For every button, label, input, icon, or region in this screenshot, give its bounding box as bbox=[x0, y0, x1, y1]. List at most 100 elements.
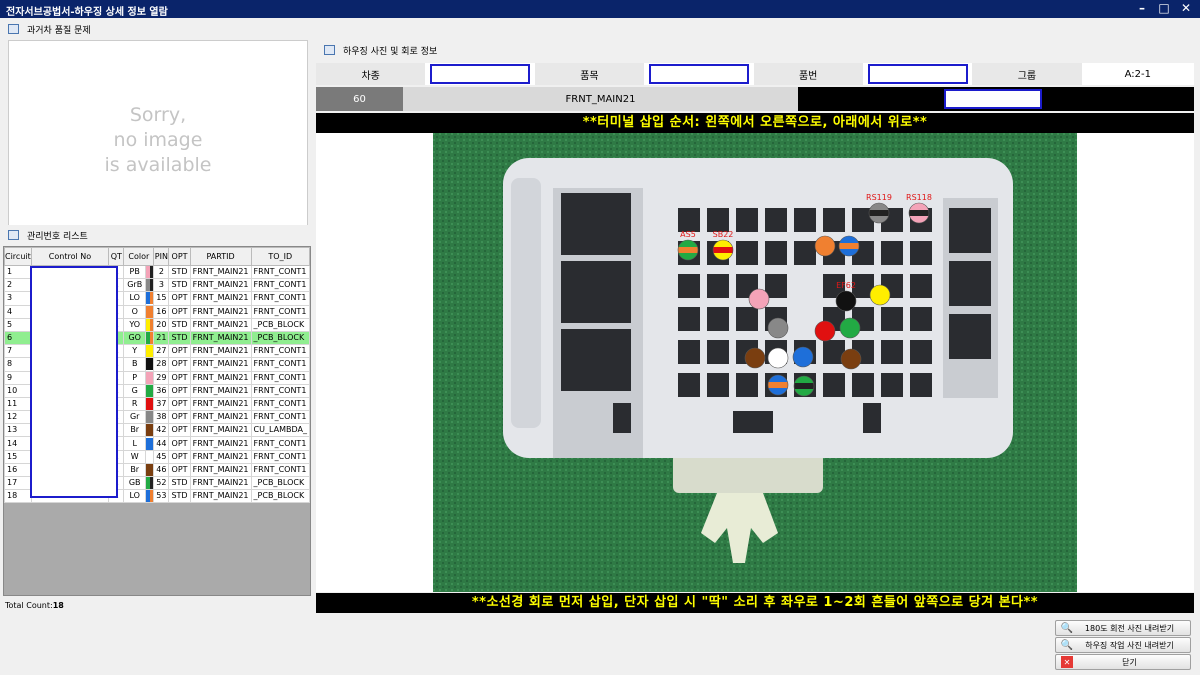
pin-marker: AS5 bbox=[677, 230, 699, 261]
opt-cell: STD bbox=[168, 330, 191, 346]
pin-marker bbox=[869, 284, 891, 306]
color-cell: O bbox=[123, 304, 147, 319]
pin-cell: 42 bbox=[153, 423, 170, 438]
cavity bbox=[910, 373, 932, 397]
pin-cell: 36 bbox=[153, 383, 170, 398]
row-number: 3 bbox=[4, 291, 32, 306]
housing-info-header: 하우징 사진 및 회로 정보 bbox=[316, 40, 1194, 60]
color-cell: YO bbox=[123, 317, 147, 332]
download-work-photo-button[interactable]: 🔍 하우징 작업 사진 내려받기 bbox=[1055, 637, 1191, 653]
car-type-label: 차종 bbox=[316, 63, 426, 85]
col-pin[interactable]: PIN bbox=[153, 247, 170, 266]
row-number: 18 bbox=[4, 489, 32, 504]
cavity bbox=[910, 340, 932, 364]
group-value: A:2-1 bbox=[1081, 63, 1194, 85]
magnifier-icon: 🔍 bbox=[1060, 622, 1074, 634]
color-cell: G bbox=[123, 383, 147, 398]
cavity bbox=[881, 307, 903, 331]
connector-name: FRNT_MAIN21 bbox=[403, 87, 798, 111]
to-id-cell: FRNT_CONT1 bbox=[250, 304, 310, 319]
housing-info-title: 하우징 사진 및 회로 정보 bbox=[343, 46, 438, 57]
partid-cell: FRNT_MAIN21 bbox=[189, 317, 252, 332]
partid-cell: FRNT_MAIN21 bbox=[189, 357, 252, 372]
minimize-button[interactable]: – bbox=[1136, 1, 1148, 15]
cavity bbox=[678, 373, 700, 397]
row-number: 14 bbox=[4, 436, 32, 451]
col-color[interactable]: Color bbox=[123, 247, 155, 266]
close-label: 닫기 bbox=[1122, 657, 1137, 667]
partid-cell: FRNT_MAIN21 bbox=[189, 462, 252, 478]
opt-cell: OPT bbox=[168, 383, 191, 398]
download-rotated-photo-button[interactable]: 🔍 180도 회전 사진 내려받기 bbox=[1055, 620, 1191, 636]
pin-cell: 45 bbox=[153, 449, 170, 464]
pin-cell: 44 bbox=[153, 436, 170, 451]
pin-cell: 28 bbox=[153, 357, 170, 372]
partid-cell: FRNT_MAIN21 bbox=[189, 291, 252, 306]
to-id-cell: FRNT_CONT1 bbox=[250, 436, 310, 451]
panel-icon bbox=[8, 230, 19, 240]
maximize-button[interactable]: □ bbox=[1158, 1, 1170, 15]
opt-cell: OPT bbox=[168, 423, 191, 438]
pin-label: RS119 bbox=[866, 193, 892, 202]
col-qt[interactable]: QT bbox=[108, 247, 125, 266]
row-number: 12 bbox=[4, 410, 32, 425]
col-control-no[interactable]: Control No bbox=[30, 247, 110, 266]
row-number: 16 bbox=[4, 462, 32, 478]
row-number: 9 bbox=[4, 370, 32, 385]
to-id-cell: FRNT_CONT1 bbox=[250, 278, 310, 293]
to-id-cell: FRNT_CONT1 bbox=[250, 383, 310, 398]
to-id-cell: FRNT_CONT1 bbox=[250, 291, 310, 306]
opt-cell: OPT bbox=[168, 291, 191, 306]
pin-marker bbox=[767, 317, 789, 339]
color-cell: Gr bbox=[123, 410, 147, 425]
col-opt[interactable]: OPT bbox=[168, 247, 191, 266]
to-id-cell: _PCB_BLOCK bbox=[250, 489, 310, 504]
close-button[interactable]: ✕ 닫기 bbox=[1055, 654, 1191, 670]
col-partid[interactable]: PARTID bbox=[189, 247, 252, 266]
partid-cell: FRNT_MAIN21 bbox=[189, 278, 252, 293]
opt-cell: OPT bbox=[168, 370, 191, 385]
partid-cell: FRNT_MAIN21 bbox=[189, 396, 252, 412]
window-titlebar: 전자서브공법서-하우징 상세 정보 열람 – □ ✕ bbox=[0, 0, 1200, 18]
cavity bbox=[910, 307, 932, 331]
to-id-cell: _PCB_BLOCK bbox=[250, 475, 310, 491]
color-cell: W bbox=[123, 449, 147, 464]
cavity bbox=[736, 307, 758, 331]
control-no-redaction bbox=[30, 266, 118, 498]
pin-marker bbox=[839, 317, 861, 339]
color-swatch bbox=[144, 410, 155, 425]
opt-cell: OPT bbox=[168, 357, 191, 372]
pin-marker bbox=[767, 347, 789, 369]
color-cell: GB bbox=[123, 475, 147, 491]
close-window-button[interactable]: ✕ bbox=[1180, 1, 1192, 15]
cavity bbox=[765, 241, 787, 265]
color-swatch bbox=[144, 475, 155, 491]
cavity bbox=[794, 241, 816, 265]
cavity bbox=[707, 373, 729, 397]
partid-cell: FRNT_MAIN21 bbox=[189, 489, 252, 504]
part-number-label: 품번 bbox=[753, 63, 863, 85]
car-type-redaction bbox=[430, 64, 531, 84]
color-cell: GO bbox=[123, 330, 147, 346]
car-type-value bbox=[425, 63, 535, 85]
cavity bbox=[881, 340, 903, 364]
pin-cell: 53 bbox=[153, 489, 170, 504]
col-to-id[interactable]: TO_ID bbox=[250, 247, 310, 266]
opt-cell: STD bbox=[168, 475, 191, 491]
cavity bbox=[678, 307, 700, 331]
cavity bbox=[823, 373, 845, 397]
cavity bbox=[736, 208, 758, 232]
cavity bbox=[910, 241, 932, 265]
pin-marker bbox=[767, 374, 789, 396]
color-swatch bbox=[144, 423, 155, 438]
partid-cell: FRNT_MAIN21 bbox=[189, 264, 252, 280]
cavity bbox=[823, 208, 845, 232]
control-list-header: 관리번호 리스트 bbox=[0, 225, 312, 245]
color-swatch bbox=[144, 264, 155, 280]
pin-marker bbox=[793, 375, 815, 397]
col-circuit[interactable]: Circuit bbox=[4, 247, 32, 266]
download-work-photo-label: 하우징 작업 사진 내려받기 bbox=[1085, 640, 1174, 650]
connector-extra bbox=[798, 87, 1194, 111]
opt-cell: OPT bbox=[168, 344, 191, 359]
pin-cell: 27 bbox=[153, 344, 170, 359]
